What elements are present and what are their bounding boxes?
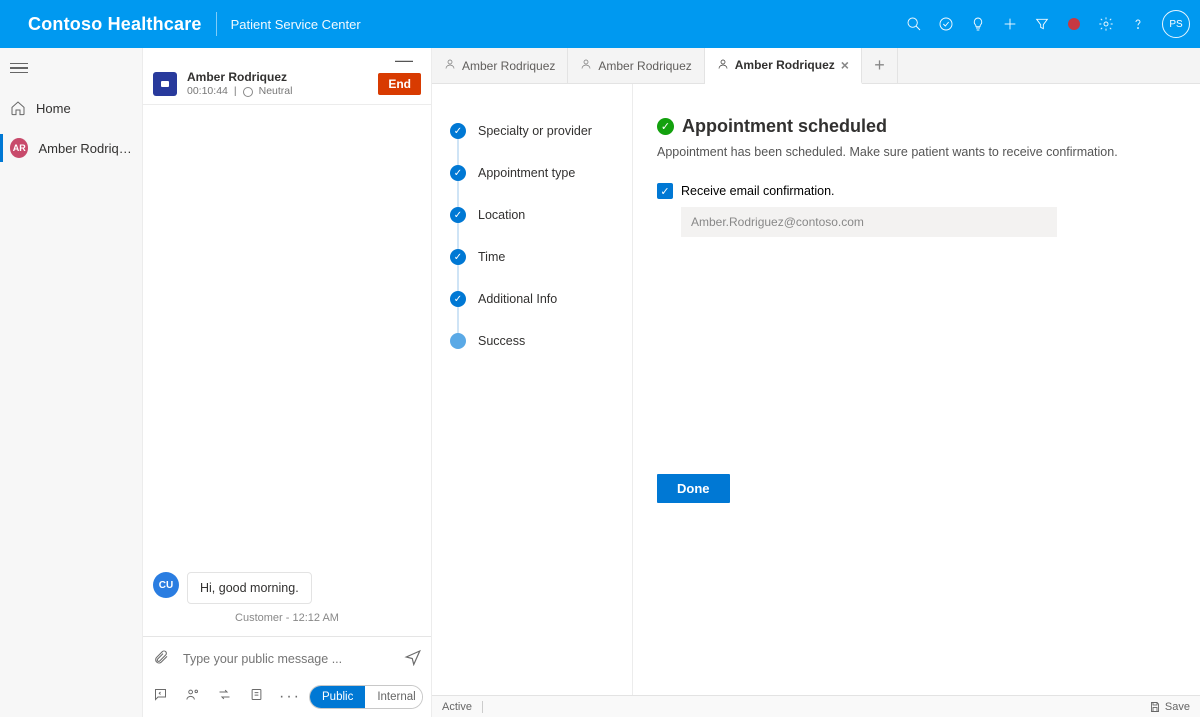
step-time[interactable]: ✓ Time — [450, 236, 632, 278]
conversation-panel: — Amber Rodriquez 00:10:44 | Neutral End… — [143, 48, 432, 717]
done-button[interactable]: Done — [657, 474, 730, 503]
progress-steps: ✓ Specialty or provider ✓ Appointment ty… — [432, 84, 632, 717]
nav-session-amber[interactable]: AR Amber Rodriquez — [0, 128, 142, 168]
quick-replies-icon[interactable] — [151, 687, 169, 707]
sentiment-neutral-icon — [243, 87, 253, 97]
pill-internal[interactable]: Internal — [365, 686, 423, 708]
step-done-icon: ✓ — [450, 207, 466, 223]
chat-timer: 00:10:44 — [187, 85, 228, 98]
menu-toggle-icon[interactable] — [10, 60, 28, 77]
tab-label: Amber Rodriquez — [598, 59, 691, 73]
settings-gear-icon[interactable] — [1090, 0, 1122, 48]
email-confirmation-checkbox[interactable]: ✓ — [657, 183, 673, 199]
chat-sentiment: Neutral — [259, 85, 293, 98]
nav-home-label: Home — [36, 101, 71, 116]
nav-session-label: Amber Rodriquez — [38, 141, 132, 156]
step-label: Time — [478, 250, 505, 264]
nav-home[interactable]: Home — [0, 88, 142, 128]
lightbulb-icon[interactable] — [962, 0, 994, 48]
session-avatar: AR — [10, 138, 28, 158]
send-icon[interactable] — [403, 648, 423, 671]
pill-public[interactable]: Public — [310, 686, 365, 708]
chat-header: Amber Rodriquez 00:10:44 | Neutral End — [143, 66, 431, 105]
save-button[interactable]: Save — [1149, 701, 1190, 713]
chat-message: CU Hi, good morning. — [153, 572, 421, 604]
tab-amber-1[interactable]: Amber Rodriquez — [432, 48, 568, 83]
step-label: Additional Info — [478, 292, 557, 306]
end-conversation-button[interactable]: End — [378, 73, 421, 95]
tab-strip: Amber Rodriquez Amber Rodriquez Amber Ro… — [432, 48, 1200, 84]
step-connector — [457, 128, 459, 340]
compose-input[interactable] — [181, 651, 393, 667]
tab-new-button[interactable]: + — [862, 48, 898, 83]
step-label: Success — [478, 334, 525, 348]
email-confirmation-label: Receive email confirmation. — [681, 184, 835, 198]
tab-close-icon[interactable]: × — [841, 57, 849, 73]
main-panel: Amber Rodriquez Amber Rodriquez Amber Ro… — [432, 48, 1200, 717]
home-icon — [10, 100, 26, 116]
chat-customer-name: Amber Rodriquez — [187, 70, 368, 85]
record-indicator-icon[interactable] — [1058, 0, 1090, 48]
brand-name: Contoso Healthcare — [28, 14, 202, 35]
status-bar: Active Save — [432, 695, 1200, 717]
minimize-panel-icon[interactable]: — — [143, 48, 431, 66]
global-header: Contoso Healthcare Patient Service Cente… — [0, 0, 1200, 48]
consult-icon[interactable] — [183, 687, 201, 707]
confirmation-email-input[interactable] — [681, 207, 1057, 237]
chat-bubble: Hi, good morning. — [187, 572, 312, 604]
user-avatar[interactable]: PS — [1162, 10, 1190, 38]
step-done-icon: ✓ — [450, 249, 466, 265]
person-icon — [717, 58, 729, 73]
save-icon — [1149, 701, 1161, 713]
help-icon[interactable] — [1122, 0, 1154, 48]
channel-teams-icon — [153, 72, 177, 96]
tab-label: Amber Rodriquez — [462, 59, 555, 73]
step-additional-info[interactable]: ✓ Additional Info — [450, 278, 632, 320]
step-current-icon — [450, 333, 466, 349]
success-check-icon: ✓ — [657, 118, 674, 135]
step-appointment-type[interactable]: ✓ Appointment type — [450, 152, 632, 194]
step-success[interactable]: Success — [450, 320, 632, 362]
appointment-success-content: ✓ Appointment scheduled Appointment has … — [632, 84, 1200, 717]
task-check-icon[interactable] — [930, 0, 962, 48]
success-title: Appointment scheduled — [682, 116, 887, 137]
tab-amber-3-active[interactable]: Amber Rodriquez × — [705, 48, 862, 84]
transfer-icon[interactable] — [215, 687, 233, 707]
step-label: Appointment type — [478, 166, 575, 180]
success-subtitle: Appointment has been scheduled. Make sur… — [657, 145, 1164, 159]
step-done-icon: ✓ — [450, 291, 466, 307]
chat-message-timestamp: Customer - 12:12 AM — [153, 612, 421, 624]
status-text: Active — [442, 701, 472, 713]
step-location[interactable]: ✓ Location — [450, 194, 632, 236]
step-done-icon: ✓ — [450, 123, 466, 139]
tab-label: Amber Rodriquez — [735, 58, 835, 72]
search-icon[interactable] — [898, 0, 930, 48]
message-visibility-toggle: Public Internal — [309, 685, 423, 709]
left-navigation: Home AR Amber Rodriquez — [0, 48, 143, 717]
person-icon — [444, 58, 456, 73]
filter-icon[interactable] — [1026, 0, 1058, 48]
add-icon[interactable] — [994, 0, 1026, 48]
tab-amber-2[interactable]: Amber Rodriquez — [568, 48, 704, 83]
app-name: Patient Service Center — [231, 17, 361, 32]
person-icon — [580, 58, 592, 73]
more-actions-icon[interactable]: ··· — [279, 688, 297, 706]
save-label: Save — [1165, 701, 1190, 713]
header-actions: PS — [898, 0, 1190, 48]
header-divider — [216, 12, 217, 36]
step-label: Location — [478, 208, 525, 222]
step-label: Specialty or provider — [478, 124, 592, 138]
step-specialty[interactable]: ✓ Specialty or provider — [450, 110, 632, 152]
customer-avatar: CU — [153, 572, 179, 598]
step-done-icon: ✓ — [450, 165, 466, 181]
notes-icon[interactable] — [247, 687, 265, 707]
attachment-icon[interactable] — [151, 649, 171, 670]
compose-area: ··· Public Internal — [143, 636, 431, 717]
